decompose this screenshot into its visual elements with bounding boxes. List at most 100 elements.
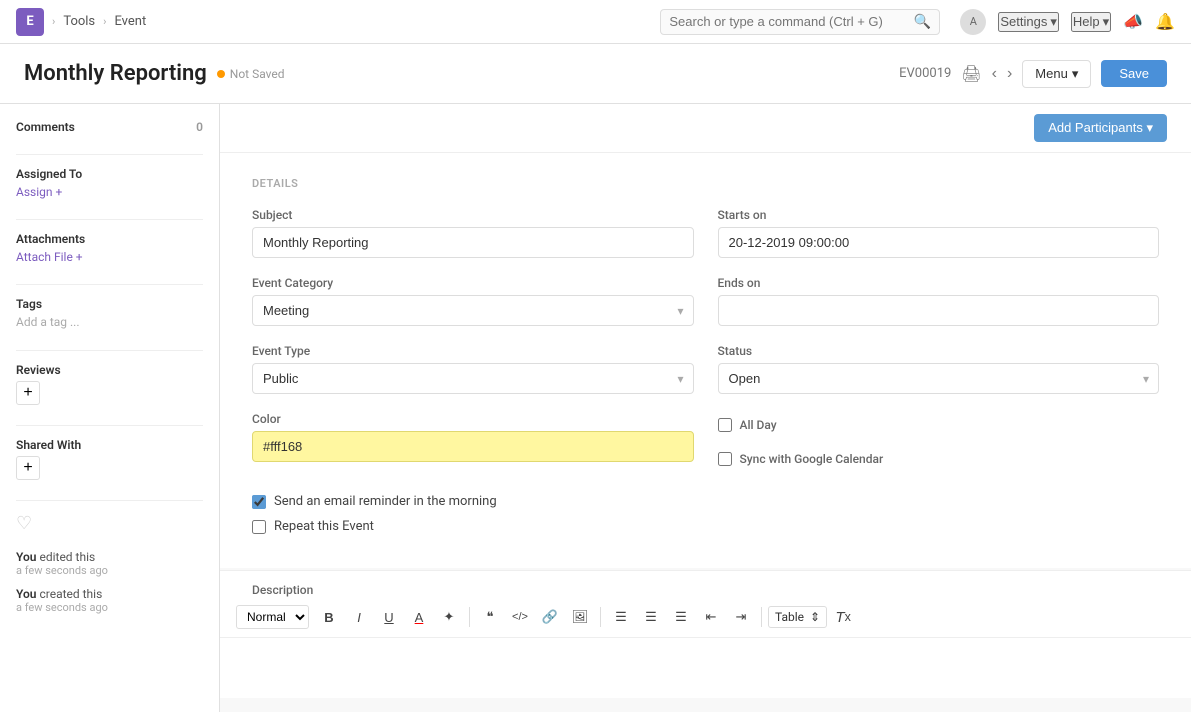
sidebar-comments: Comments 0 xyxy=(16,120,203,134)
starts-on-group: Starts on xyxy=(718,208,1160,258)
top-nav: E › Tools › Event 🔍 A Settings ▾ Help ▾ … xyxy=(0,0,1191,44)
email-reminder-label: Send an email reminder in the morning xyxy=(274,494,497,509)
all-day-label: All Day xyxy=(740,418,777,432)
event-type-group: Event Type Public Private Confidential xyxy=(252,344,694,394)
heart-icon[interactable]: ♡ xyxy=(16,513,32,534)
status-select-wrapper: Open Closed Cancelled xyxy=(718,363,1160,394)
sidebar-tags: Tags Add a tag ... xyxy=(16,297,203,330)
event-category-select-wrapper: Meeting Call Other xyxy=(252,295,694,326)
activity-time-2: a few seconds ago xyxy=(16,601,203,614)
repeat-event-row[interactable]: Repeat this Event xyxy=(252,519,1159,534)
add-review-button[interactable]: + xyxy=(16,381,40,405)
add-shared-button[interactable]: + xyxy=(16,456,40,480)
indent-right-button[interactable]: ⇥ xyxy=(727,603,755,631)
all-day-checkbox[interactable] xyxy=(718,418,732,432)
subject-input[interactable] xyxy=(252,227,694,258)
italic-button[interactable]: I xyxy=(345,603,373,631)
activity-log: You edited this a few seconds ago You cr… xyxy=(16,550,203,614)
color-group: Color xyxy=(252,412,694,476)
assigned-to-label: Assigned To xyxy=(16,167,203,181)
sync-google-checkbox[interactable] xyxy=(718,452,732,466)
main-content: Add Participants ▾ DETAILS Subject Start… xyxy=(220,104,1191,712)
breadcrumb-event[interactable]: Event xyxy=(114,14,146,29)
description-label: Description xyxy=(220,571,1191,597)
form-row-1: Subject Starts on xyxy=(252,208,1159,258)
layout: Comments 0 Assigned To Assign + Attachme… xyxy=(0,104,1191,712)
underline-button[interactable]: U xyxy=(375,603,403,631)
event-type-select[interactable]: Public Private Confidential xyxy=(252,363,694,394)
ordered-list-button[interactable]: ☰ xyxy=(607,603,635,631)
highlight-button[interactable]: ✦ xyxy=(435,603,463,631)
form-row-4: Color All Day Sync with Google Calendar xyxy=(252,412,1159,476)
starts-on-input[interactable] xyxy=(718,227,1160,258)
next-button[interactable]: › xyxy=(1007,65,1012,83)
clear-format-button[interactable]: Tx xyxy=(829,603,857,631)
activity-action-2: created this xyxy=(39,587,102,601)
bell-icon[interactable]: 🔔 xyxy=(1155,12,1175,31)
tags-label: Tags xyxy=(16,297,203,311)
color-label: Color xyxy=(252,412,694,426)
activity-action-1: edited this xyxy=(39,550,95,564)
sync-google-label: Sync with Google Calendar xyxy=(740,452,884,466)
save-button[interactable]: Save xyxy=(1101,60,1167,87)
editor-area[interactable] xyxy=(220,638,1191,698)
settings-button[interactable]: Settings ▾ xyxy=(998,12,1059,32)
repeat-event-label: Repeat this Event xyxy=(274,519,374,534)
toolbar-divider-1 xyxy=(469,607,470,627)
status-group: Status Open Closed Cancelled xyxy=(718,344,1160,394)
event-category-group: Event Category Meeting Call Other xyxy=(252,276,694,326)
sidebar-reviews: Reviews + xyxy=(16,363,203,405)
font-color-button[interactable]: A xyxy=(405,603,433,631)
menu-button[interactable]: Menu ▾ xyxy=(1022,60,1091,88)
activity-who-1: You xyxy=(16,550,36,564)
status-select[interactable]: Open Closed Cancelled xyxy=(718,363,1160,394)
comments-label: Comments 0 xyxy=(16,120,203,134)
blockquote-button[interactable]: ❝ xyxy=(476,603,504,631)
email-reminder-checkbox[interactable] xyxy=(252,495,266,509)
activity-item: You edited this a few seconds ago xyxy=(16,550,203,577)
code-button[interactable]: </> xyxy=(506,603,534,631)
form-row-3: Event Type Public Private Confidential S… xyxy=(252,344,1159,394)
image-button[interactable]: 🖼 xyxy=(566,603,594,631)
print-button[interactable]: 🖨 xyxy=(961,64,981,84)
color-input[interactable] xyxy=(252,431,694,462)
help-button[interactable]: Help ▾ xyxy=(1071,12,1111,32)
link-button[interactable]: 🔗 xyxy=(536,603,564,631)
text-style-select[interactable]: Normal xyxy=(236,605,309,629)
add-participants-button[interactable]: Add Participants ▾ xyxy=(1034,114,1167,142)
breadcrumb-tools[interactable]: Tools xyxy=(63,14,95,29)
indent-left-button[interactable]: ⇤ xyxy=(697,603,725,631)
subject-group: Subject xyxy=(252,208,694,258)
header-right: EV00019 🖨 ‹ › Menu ▾ Save xyxy=(899,60,1167,88)
event-type-label: Event Type xyxy=(252,344,694,358)
sidebar-assigned-to: Assigned To Assign + xyxy=(16,167,203,199)
activity-who-2: You xyxy=(16,587,36,601)
attach-file-button[interactable]: Attach File + xyxy=(16,250,203,264)
assign-button[interactable]: Assign + xyxy=(16,185,203,199)
sync-google-row[interactable]: Sync with Google Calendar xyxy=(718,452,1160,466)
details-section-label: DETAILS xyxy=(252,177,1159,190)
repeat-event-checkbox[interactable] xyxy=(252,520,266,534)
app-icon: E xyxy=(16,8,44,36)
megaphone-icon[interactable]: 📣 xyxy=(1123,12,1143,31)
bold-button[interactable]: B xyxy=(315,603,343,631)
activity-item: You created this a few seconds ago xyxy=(16,587,203,614)
unordered-list-button[interactable]: ☰ xyxy=(637,603,665,631)
all-day-row[interactable]: All Day xyxy=(718,418,1160,432)
table-label: Table xyxy=(775,610,804,624)
not-saved-badge: Not Saved xyxy=(217,67,285,81)
table-select[interactable]: Table ⇕ xyxy=(768,606,827,628)
align-button[interactable]: ☰ xyxy=(667,603,695,631)
ends-on-input[interactable] xyxy=(718,295,1160,326)
avatar: A xyxy=(960,9,986,35)
sidebar: Comments 0 Assigned To Assign + Attachme… xyxy=(0,104,220,712)
bottom-checkboxes: Send an email reminder in the morning Re… xyxy=(252,494,1159,534)
add-tag-input[interactable]: Add a tag ... xyxy=(16,315,80,329)
subject-label: Subject xyxy=(252,208,694,222)
event-category-select[interactable]: Meeting Call Other xyxy=(252,295,694,326)
prev-button[interactable]: ‹ xyxy=(992,65,997,83)
email-reminder-row[interactable]: Send an email reminder in the morning xyxy=(252,494,1159,509)
search-input[interactable] xyxy=(669,14,908,29)
status-label: Status xyxy=(718,344,1160,358)
right-checkbox-group: All Day Sync with Google Calendar xyxy=(718,418,1160,476)
